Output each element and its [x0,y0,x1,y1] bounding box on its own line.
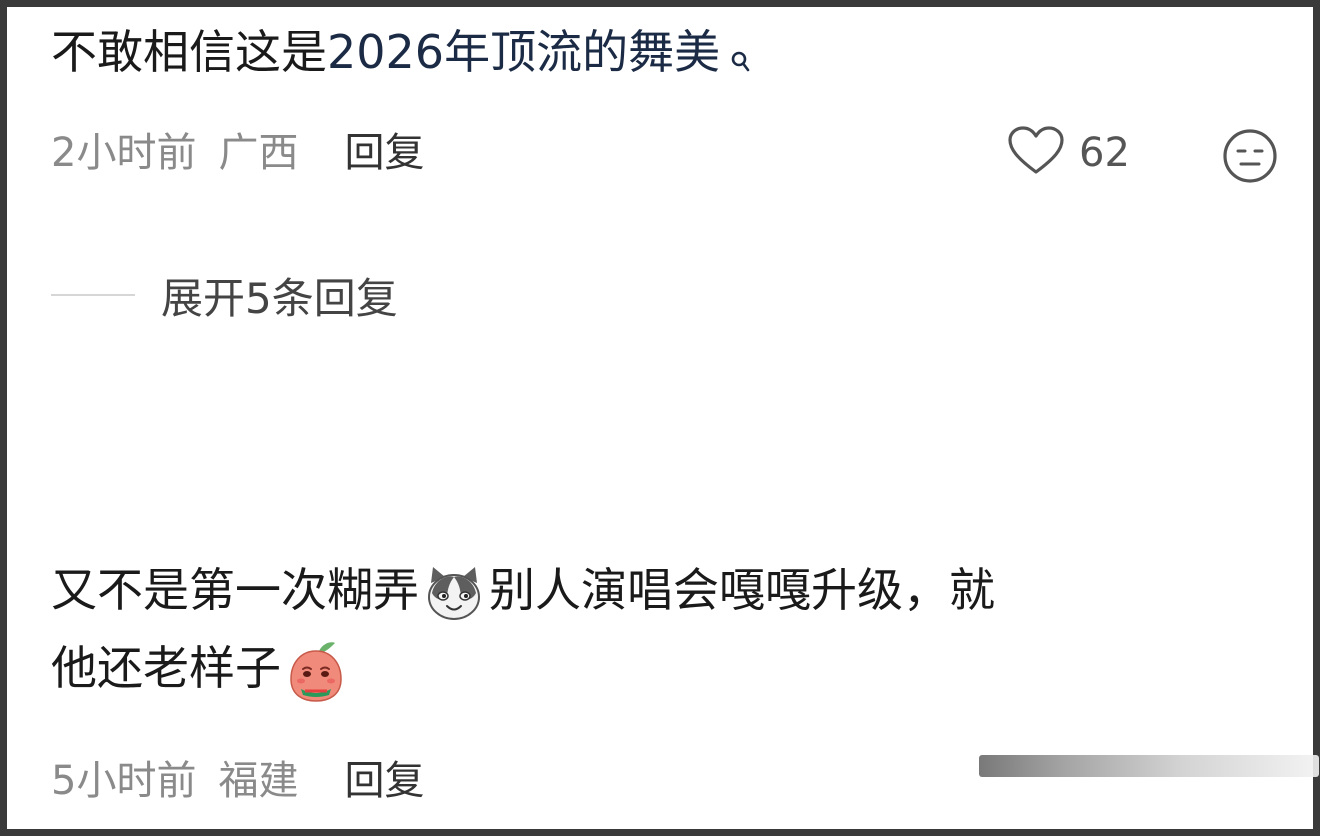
comment-2-text-line-2: 他还老样子 [51,637,351,705]
comment-2-text-part-3: 他还老样子 [51,641,281,695]
comment-1-reply-button[interactable]: 回复 [344,130,424,176]
peach-crying-icon [285,639,347,705]
comment-2-reply-button[interactable]: 回复 [344,758,424,804]
watermark-bar [979,755,1319,777]
comment-2-time: 5小时前 [51,758,197,804]
comment-screenshot-frame: 不敢相信这是2026年顶流的舞美 2小时前 广西 回复 62 展开5条回复 又不是第… [0,0,1320,836]
cat-face-icon [423,563,485,625]
search-icon[interactable] [730,29,752,91]
comment-2-text-line-1: 又不是第一次糊弄 别人演唱会嘎嘎升级，就 [51,559,995,625]
comment-1-search-keyword[interactable]: 2026年顶流的舞美 [327,25,720,79]
comment-2-meta: 5小时前 福建 回复 [51,753,424,809]
comment-1-like-count: 62 [1079,130,1130,176]
comment-2-text-part-1: 又不是第一次糊弄 [51,563,419,617]
meh-face-icon[interactable] [1221,127,1279,189]
expand-divider-line [51,294,135,296]
comment-2-text-part-2: 别人演唱会嘎嘎升级，就 [489,563,995,617]
expand-replies-button[interactable]: 展开5条回复 [51,267,398,323]
comment-2-location: 福建 [218,758,299,804]
comment-1-meta: 2小时前 广西 回复 [51,125,424,181]
comment-1-like-button[interactable]: 62 [1007,125,1130,181]
comment-1-time: 2小时前 [51,130,197,176]
expand-replies-label: 展开5条回复 [161,273,398,323]
comment-1-text: 不敢相信这是2026年顶流的舞美 [51,21,752,91]
comment-1-text-prefix: 不敢相信这是 [51,25,327,79]
comment-1-location: 广西 [218,130,299,176]
heart-outline-icon[interactable] [1007,125,1065,181]
